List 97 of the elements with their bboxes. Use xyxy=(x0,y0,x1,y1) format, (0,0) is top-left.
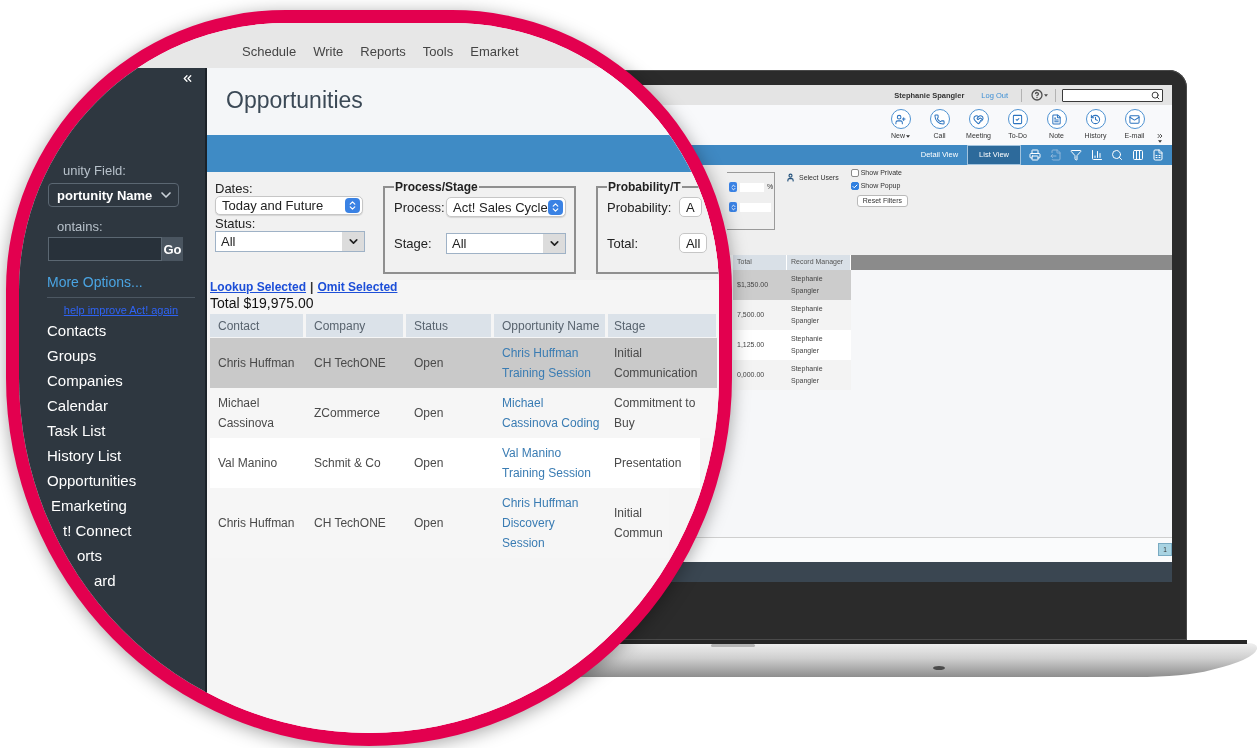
heart-handshake-icon xyxy=(968,109,989,129)
menu-item[interactable]: Emarket xyxy=(470,44,519,59)
checkbox[interactable] xyxy=(850,182,859,190)
nav-item[interactable]: t! Connect xyxy=(63,518,132,543)
omit-link[interactable]: Omit Selected xyxy=(317,280,398,295)
spreadsheet-icon[interactable] xyxy=(1152,149,1164,161)
columns-icon[interactable] xyxy=(1131,149,1144,161)
contact-name: Chris Huffman xyxy=(218,355,295,372)
caret-icon xyxy=(1158,140,1162,143)
search-icon xyxy=(1151,90,1160,100)
nav-item[interactable]: Emarketing xyxy=(51,493,127,518)
search-field[interactable] xyxy=(1062,88,1163,102)
help-icon xyxy=(1031,89,1043,101)
field-label: Stage: xyxy=(394,236,432,251)
company-name: ZCommerce xyxy=(314,405,380,422)
field-label: ontains: xyxy=(57,219,103,235)
double-chevron-icon[interactable] xyxy=(181,72,194,85)
column-header: Status xyxy=(406,314,494,337)
field-label: Probability: xyxy=(607,199,672,215)
checked-box-icon xyxy=(1007,109,1028,129)
status-text: Open xyxy=(414,405,444,422)
go-button[interactable]: Go xyxy=(162,237,183,261)
envelope-icon xyxy=(1124,109,1145,129)
select-field[interactable]: A xyxy=(678,197,702,217)
link-separator: | xyxy=(310,280,314,295)
nav-item[interactable]: Calendar xyxy=(47,393,108,418)
page-title: Opportunities xyxy=(226,87,363,114)
field-label: Status: xyxy=(215,217,256,231)
status-text: Open xyxy=(414,355,444,372)
nav-item[interactable]: Groups xyxy=(47,343,97,368)
caret-icon xyxy=(1044,93,1048,97)
field-label: unity Field: xyxy=(63,163,126,179)
menu-item[interactable]: Schedule xyxy=(242,44,297,59)
nav-item[interactable]: History List xyxy=(47,443,122,468)
contact-name: Val Manino xyxy=(218,455,278,472)
stage-text: Initial Communication xyxy=(614,345,699,382)
status-text: Open xyxy=(414,455,444,472)
stage-text: Presentation xyxy=(614,455,682,472)
up-down-arrows-icon xyxy=(548,199,563,215)
more-options-link[interactable]: More Options... xyxy=(47,274,143,291)
chevron-down-icon xyxy=(342,232,364,251)
lookup-link[interactable]: Lookup Selected xyxy=(210,280,307,295)
select-field[interactable]: Act! Sales Cycle xyxy=(446,197,566,217)
help-button[interactable] xyxy=(1031,89,1048,101)
column-header: Opportunity Name xyxy=(494,314,608,337)
group-legend: Process/Stage xyxy=(394,180,479,194)
field-label: Total: xyxy=(607,235,639,251)
funnel-icon[interactable] xyxy=(1070,149,1082,161)
chevron-down-icon xyxy=(543,234,565,253)
nav-item[interactable]: Opportunities xyxy=(47,468,137,493)
select-field[interactable]: Today and Future xyxy=(215,196,363,215)
menu-item[interactable]: Tools xyxy=(422,44,454,59)
nav-item[interactable]: Companies xyxy=(47,368,123,393)
select-field[interactable]: All xyxy=(678,233,708,253)
contact-name: Chris Huffman xyxy=(218,515,295,532)
company-name: CH TechONE xyxy=(314,355,386,372)
field-label: Dates: xyxy=(215,182,253,196)
status-text: Open xyxy=(414,515,444,532)
nav-item[interactable]: Contacts xyxy=(47,318,107,343)
up-down-arrows-icon xyxy=(729,182,737,192)
menu-item[interactable]: Write xyxy=(313,44,344,59)
phone-icon xyxy=(929,109,950,129)
select-field[interactable]: All xyxy=(215,231,365,252)
select-field[interactable]: All xyxy=(446,233,566,254)
menu-item[interactable]: Reports xyxy=(360,44,406,59)
company-name: CH TechONE xyxy=(314,515,386,532)
up-down-arrows-icon xyxy=(729,202,737,212)
stage-text: Commitment to Buy xyxy=(614,395,697,432)
up-down-arrows-icon xyxy=(345,198,360,213)
person-icon xyxy=(786,173,795,182)
document-icon xyxy=(1046,109,1067,129)
table-row[interactable]: Val Manino Schmit & Co Open Val Manino Training Session Presentation xyxy=(210,438,700,488)
opportunity-link[interactable]: Val Manino Training Session xyxy=(502,443,600,483)
contains-input-field[interactable] xyxy=(48,237,162,261)
opportunity-link[interactable]: Chris Huffman Discovery Session xyxy=(502,493,600,553)
company-name: Schmit & Co xyxy=(314,455,381,472)
table-row[interactable]: Chris Huffman CH TechONE Open Chris Huffman Training Session Initial Communication xyxy=(210,338,717,388)
nav-item[interactable]: orts xyxy=(77,543,102,568)
stage-text: Initial Commun xyxy=(614,505,664,542)
search-icon[interactable] xyxy=(1111,149,1123,161)
total-label: Total $19,975.00 xyxy=(210,295,314,312)
bar-chart-icon[interactable] xyxy=(1090,149,1103,161)
column-header: Company xyxy=(306,314,406,337)
field-label: Process: xyxy=(394,199,445,215)
contact-name: Michael Cassinova xyxy=(218,395,276,432)
checkbox[interactable] xyxy=(850,169,859,177)
nav-item[interactable]: Task List xyxy=(47,418,106,443)
nav-item[interactable]: ard xyxy=(94,568,116,593)
check-icon xyxy=(851,182,858,190)
opportunity-link[interactable]: Michael Cassinova Coding xyxy=(502,393,600,433)
column-header: Contact xyxy=(210,314,306,337)
double-chevron-icon xyxy=(1156,132,1164,140)
printer-icon[interactable] xyxy=(1029,149,1041,161)
person-plus-icon xyxy=(890,109,911,129)
column-header: Stage xyxy=(608,314,719,337)
select-field[interactable]: portunity Name xyxy=(48,183,179,207)
group-legend: Probability/T xyxy=(607,180,682,194)
